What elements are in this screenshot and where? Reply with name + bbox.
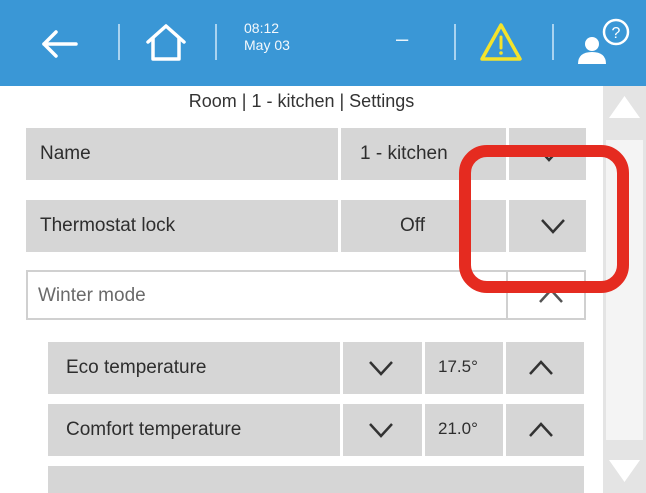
winter-mode-label: Winter mode	[38, 285, 146, 306]
increase-chevron-up-icon[interactable]	[526, 356, 556, 380]
cell-divider	[338, 128, 341, 180]
time-text: 08:12	[244, 20, 280, 36]
topbar-separator	[215, 24, 217, 60]
thermostat-lock-label: Thermostat lock	[40, 215, 176, 236]
cell-divider	[340, 404, 343, 456]
top-bar	[0, 0, 646, 86]
topbar-separator	[552, 24, 554, 60]
back-arrow-icon	[42, 30, 78, 58]
eco-temperature-label: Eco temperature	[66, 357, 207, 378]
eco-temperature-row: Eco temperature 17.5°	[48, 342, 584, 394]
comfort-temperature-value: 21.0°	[438, 419, 478, 438]
topbar-separator	[118, 24, 120, 60]
clock-display: 08:12 May 03	[244, 20, 290, 54]
name-value: 1 - kitchen	[360, 143, 448, 164]
thermostat-lock-value: Off	[400, 215, 425, 236]
user-help-icon: ?	[578, 18, 630, 64]
red-highlight-annotation	[459, 145, 629, 293]
cell-divider	[503, 342, 506, 394]
scroll-down-arrow-icon[interactable]	[606, 456, 643, 486]
svg-text:?: ?	[612, 25, 621, 42]
next-row-partial	[48, 466, 584, 493]
status-dash: –	[396, 26, 409, 51]
decrease-chevron-down-icon[interactable]	[366, 356, 396, 380]
back-button[interactable]	[38, 24, 82, 64]
name-label: Name	[40, 143, 91, 164]
comfort-temperature-label: Comfort temperature	[66, 419, 242, 440]
cell-divider	[422, 342, 425, 394]
scroll-up-arrow-icon[interactable]	[606, 92, 643, 122]
warning-button[interactable]	[478, 20, 524, 64]
home-icon	[146, 24, 186, 61]
comfort-temperature-row: Comfort temperature 21.0°	[48, 404, 584, 456]
topbar-separator	[454, 24, 456, 60]
cell-divider	[340, 342, 343, 394]
cell-divider	[503, 404, 506, 456]
increase-chevron-up-icon[interactable]	[526, 418, 556, 442]
user-help-button[interactable]: ?	[570, 14, 636, 70]
cell-divider	[338, 200, 341, 252]
home-button[interactable]	[142, 18, 190, 66]
warning-triangle-icon	[480, 23, 522, 61]
eco-temperature-value: 17.5°	[438, 357, 478, 376]
page-title: Room | 1 - kitchen | Settings	[188, 91, 415, 111]
cell-divider	[422, 404, 425, 456]
decrease-chevron-down-icon[interactable]	[366, 418, 396, 442]
date-text: May 03	[244, 37, 290, 53]
